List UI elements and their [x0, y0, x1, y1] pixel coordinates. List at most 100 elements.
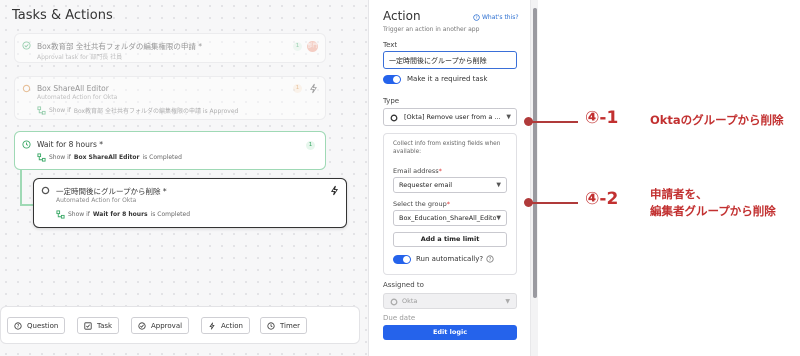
text-label: Text	[383, 41, 398, 49]
help-icon: ?	[473, 14, 480, 21]
branch-icon	[37, 153, 46, 162]
condition-ref: Box ShareAll Editor	[73, 154, 140, 161]
branch-icon	[37, 106, 46, 115]
run-auto-label: Run automatically?	[416, 255, 483, 263]
button-label: Timer	[280, 321, 301, 330]
collect-info-text: Collect info from existing fields when a…	[393, 141, 501, 155]
branch-icon	[56, 210, 65, 219]
card-title: 一定時間後にグループから削除 *	[56, 187, 167, 196]
type-value: [Okta] Remove user from a ...	[404, 113, 501, 121]
selected-action-card[interactable]: 一定時間後にグループから削除 * Automated Action for Ok…	[33, 178, 347, 228]
connector-line	[20, 204, 34, 206]
chevron-down-icon: ▼	[496, 181, 501, 189]
chevron-down-icon: ▼	[505, 297, 510, 305]
lightning-icon	[330, 185, 339, 196]
chevron-down-icon: ▼	[506, 113, 511, 121]
field-mapping-box: Collect info from existing fields when a…	[383, 133, 517, 275]
panel-subtitle: Trigger an action in another app	[383, 26, 480, 33]
avatar: 部門	[307, 41, 318, 52]
condition-text: Box教育部 全社共有フォルダの編集権限の申請 is Approved	[73, 108, 239, 115]
group-label: Select the group*	[393, 200, 450, 208]
required-toggle-label: Make it a required task	[407, 75, 488, 83]
annotation-text: Oktaのグループから削除	[650, 113, 784, 127]
approval-button[interactable]: Approval	[131, 317, 190, 334]
assigned-select: Okta ▼	[383, 293, 517, 309]
group-select[interactable]: Box_Education_ShareAll_Editor ▼	[393, 210, 507, 226]
assigned-value: Okta	[402, 297, 418, 305]
scroll-thumb[interactable]	[533, 8, 537, 298]
lightning-icon	[310, 83, 317, 94]
annotation-dot	[524, 198, 533, 207]
okta-action-card[interactable]: Box ShareAll Editor Automated Action for…	[14, 76, 326, 120]
button-label: Question	[27, 321, 59, 330]
card-title: Box教育部 全社共有フォルダの編集権限の申請 *	[37, 42, 202, 51]
lightning-icon	[209, 321, 215, 330]
required-mark: *	[438, 167, 442, 175]
button-label: Approval	[151, 321, 183, 330]
condition-prefix: Show if	[68, 211, 90, 218]
condition-prefix: Show if	[49, 154, 71, 161]
annotation-line	[528, 202, 578, 204]
canvas-title: Tasks & Actions	[12, 8, 113, 23]
show-condition: Show if Box ShareAll Editor is Completed	[37, 153, 182, 162]
assigned-label: Assigned to	[383, 281, 424, 289]
button-label: Task	[97, 321, 113, 330]
required-mark: *	[446, 200, 450, 208]
chevron-down-icon: ▼	[496, 214, 501, 222]
timer-card[interactable]: Wait for 8 hours * Show if Box ShareAll …	[14, 131, 326, 170]
edit-logic-button[interactable]: Edit logic	[383, 325, 517, 340]
condition-prefix: Show if	[49, 107, 71, 114]
show-condition: Show if Wait for 8 hours is Completed	[56, 210, 190, 219]
card-subtitle: Automated Action for Okta	[56, 197, 137, 204]
group-value: Box_Education_ShareAll_Editor	[399, 214, 500, 222]
timer-button[interactable]: Timer	[260, 317, 308, 334]
question-button[interactable]: ? Question	[7, 317, 66, 334]
okta-icon	[390, 298, 398, 306]
check-circle-icon	[138, 321, 146, 330]
text-input[interactable]: 一定時間後にグループから削除	[383, 51, 517, 69]
card-title: Wait for 8 hours *	[37, 140, 104, 149]
condition-ref: Wait for 8 hours	[92, 211, 148, 218]
whats-this-label: What's this?	[482, 14, 519, 21]
action-circle-icon	[22, 84, 31, 93]
question-icon: ?	[14, 321, 22, 329]
action-button[interactable]: Action	[201, 317, 250, 334]
clock-icon	[22, 140, 31, 149]
add-step-toolbar: ? Question Task Approval Action Timer	[0, 306, 360, 344]
screen: Tasks & Actions Box教育部 全社共有フォルダの編集権限の申請 …	[0, 0, 800, 356]
card-subtitle: Approval task for 部門長 社員	[37, 54, 123, 61]
email-label-text: Email address	[393, 167, 439, 175]
group-label-text: Select the group	[393, 200, 447, 208]
annotation-dot	[524, 117, 533, 126]
approval-task-card[interactable]: Box教育部 全社共有フォルダの編集権限の申請 * Approval task …	[14, 33, 326, 63]
annotation-number: ④-2	[585, 189, 619, 209]
clock-icon	[267, 321, 275, 330]
run-automatically-toggle[interactable]	[393, 255, 411, 264]
button-label: Action	[221, 321, 243, 330]
email-select[interactable]: Requester email ▼	[393, 177, 507, 193]
annotation-number: ④-1	[585, 108, 619, 128]
panel-scrollbar[interactable]	[530, 0, 538, 356]
show-condition: Show if Box教育部 全社共有フォルダの編集権限の申請 is Appro…	[37, 106, 238, 115]
count-badge: 1	[306, 141, 315, 150]
required-toggle[interactable]	[383, 75, 401, 84]
help-icon[interactable]: ?	[486, 255, 494, 263]
action-circle-icon	[41, 186, 50, 195]
run-auto-label-text: Run automatically?	[416, 255, 484, 263]
card-subtitle: Automated Action for Okta	[37, 94, 118, 101]
add-time-limit-button[interactable]: Add a time limit	[393, 232, 507, 247]
type-select[interactable]: [Okta] Remove user from a ... ▼	[383, 108, 517, 126]
due-date-label: Due date	[383, 314, 416, 322]
svg-text:?: ?	[475, 15, 477, 20]
type-label: Type	[383, 97, 400, 105]
annotation-text-line1: 申請者を、	[650, 187, 708, 201]
checkbox-icon	[84, 321, 92, 330]
condition-suffix: is Completed	[142, 154, 182, 161]
task-button[interactable]: Task	[77, 317, 120, 334]
annotation-line	[528, 121, 578, 123]
card-title: Box ShareAll Editor	[37, 84, 109, 93]
connector-line	[20, 170, 22, 206]
count-badge: 1	[293, 42, 302, 51]
okta-icon	[390, 114, 398, 122]
whats-this-link[interactable]: ? What's this?	[473, 14, 519, 21]
